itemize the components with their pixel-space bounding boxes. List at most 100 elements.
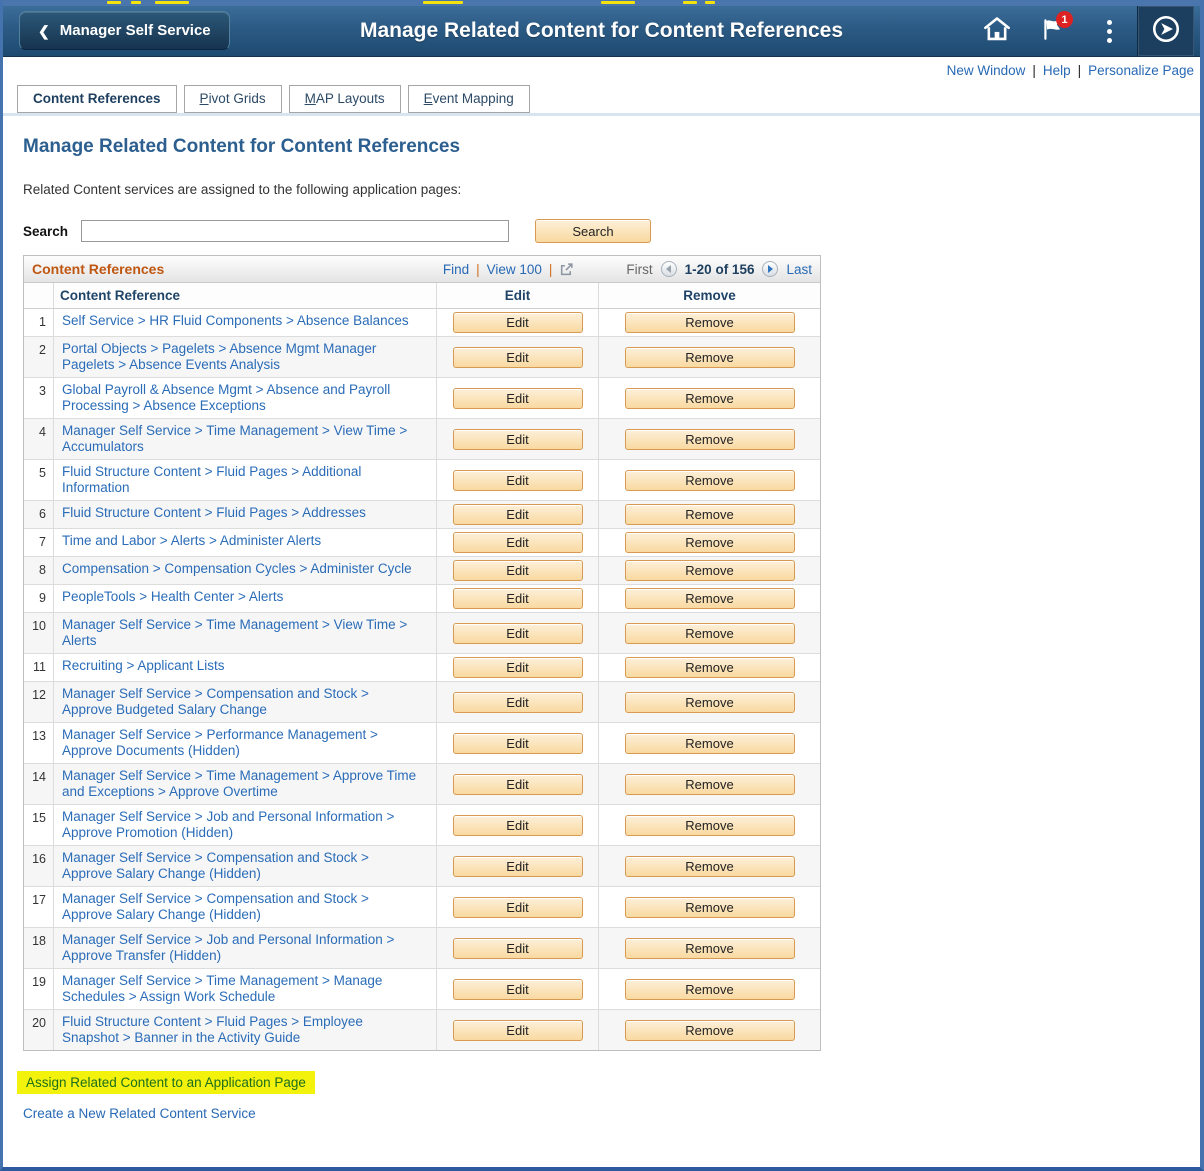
actions-menu-button[interactable]	[1081, 6, 1137, 56]
remove-button[interactable]: Remove	[625, 312, 795, 333]
row-number: 20	[24, 1010, 54, 1050]
content-reference-link[interactable]: Recruiting > Applicant Lists	[62, 658, 224, 673]
view-100-link[interactable]: View 100	[487, 262, 542, 277]
popout-grid-icon[interactable]	[559, 262, 574, 277]
highlight-artifact	[107, 1, 121, 4]
home-button[interactable]	[969, 6, 1025, 56]
content-reference-link[interactable]: Fluid Structure Content > Fluid Pages > …	[62, 1014, 363, 1045]
remove-button[interactable]: Remove	[625, 532, 795, 553]
navbar-button[interactable]	[1137, 6, 1194, 56]
edit-button[interactable]: Edit	[453, 504, 583, 525]
remove-button[interactable]: Remove	[625, 429, 795, 450]
remove-button[interactable]: Remove	[625, 692, 795, 713]
find-link[interactable]: Find	[443, 262, 469, 277]
remove-button[interactable]: Remove	[625, 504, 795, 525]
content-reference-link[interactable]: PeopleTools > Health Center > Alerts	[62, 589, 283, 604]
edit-button[interactable]: Edit	[453, 623, 583, 644]
edit-button[interactable]: Edit	[453, 347, 583, 368]
remove-button[interactable]: Remove	[625, 979, 795, 1000]
edit-button[interactable]: Edit	[453, 692, 583, 713]
edit-button[interactable]: Edit	[453, 1020, 583, 1041]
table-row: 10 Manager Self Service > Time Managemen…	[24, 613, 820, 654]
row-number: 6	[24, 501, 54, 528]
content-reference-link[interactable]: Fluid Structure Content > Fluid Pages > …	[62, 505, 366, 520]
tab-pivot-grids[interactable]: Pivot Grids	[184, 85, 282, 113]
content-reference-link[interactable]: Manager Self Service > Job and Personal …	[62, 932, 394, 963]
content-reference-link[interactable]: Manager Self Service > Job and Personal …	[62, 809, 394, 840]
content-reference-link[interactable]: Time and Labor > Alerts > Administer Ale…	[62, 533, 321, 548]
tab-base-line	[3, 113, 1200, 116]
remove-button[interactable]: Remove	[625, 897, 795, 918]
edit-button[interactable]: Edit	[453, 897, 583, 918]
content-reference-link[interactable]: Global Payroll & Absence Mgmt > Absence …	[62, 382, 390, 413]
separator: |	[476, 262, 480, 277]
last-page-link[interactable]: Last	[786, 262, 812, 277]
search-label: Search	[23, 224, 81, 239]
remove-button[interactable]: Remove	[625, 733, 795, 754]
remove-button[interactable]: Remove	[625, 856, 795, 877]
back-button[interactable]: ❮ Manager Self Service	[19, 11, 230, 50]
edit-button[interactable]: Edit	[453, 856, 583, 877]
edit-button[interactable]: Edit	[453, 815, 583, 836]
edit-button[interactable]: Edit	[453, 560, 583, 581]
edit-button[interactable]: Edit	[453, 774, 583, 795]
edit-button[interactable]: Edit	[453, 979, 583, 1000]
content-reference-link[interactable]: Fluid Structure Content > Fluid Pages > …	[62, 464, 361, 495]
remove-button[interactable]: Remove	[625, 347, 795, 368]
edit-button[interactable]: Edit	[453, 470, 583, 491]
content-reference-link[interactable]: Manager Self Service > Compensation and …	[62, 850, 369, 881]
grid-rows: 1 Self Service > HR Fluid Components > A…	[24, 309, 820, 1050]
content-reference-link[interactable]: Manager Self Service > Time Management >…	[62, 768, 416, 799]
edit-button[interactable]: Edit	[453, 733, 583, 754]
page-title: Manage Related Content for Content Refer…	[23, 136, 1200, 158]
assign-related-content-link[interactable]: Assign Related Content to an Application…	[17, 1071, 315, 1094]
table-row: 17 Manager Self Service > Compensation a…	[24, 887, 820, 928]
table-row: 1 Self Service > HR Fluid Components > A…	[24, 309, 820, 337]
content-reference-link[interactable]: Compensation > Compensation Cycles > Adm…	[62, 561, 412, 576]
next-page-icon[interactable]	[762, 261, 778, 277]
remove-button[interactable]: Remove	[625, 815, 795, 836]
edit-button[interactable]: Edit	[453, 532, 583, 553]
new-window-link[interactable]: New Window	[947, 63, 1026, 78]
content-reference-link[interactable]: Manager Self Service > Compensation and …	[62, 686, 369, 717]
tab-map-layouts[interactable]: MAP Layouts	[289, 85, 401, 113]
edit-button[interactable]: Edit	[453, 588, 583, 609]
content-reference-link[interactable]: Manager Self Service > Compensation and …	[62, 891, 369, 922]
edit-button[interactable]: Edit	[453, 312, 583, 333]
row-range-label: 1-20 of 156	[685, 262, 755, 277]
row-number: 7	[24, 529, 54, 556]
edit-button[interactable]: Edit	[453, 388, 583, 409]
tab-content-references[interactable]: Content References	[17, 85, 177, 113]
remove-button[interactable]: Remove	[625, 657, 795, 678]
row-number: 8	[24, 557, 54, 584]
row-number: 4	[24, 419, 54, 459]
tab-event-mapping[interactable]: Event Mapping	[408, 85, 530, 113]
content-reference-link[interactable]: Manager Self Service > Time Management >…	[62, 973, 382, 1004]
content-reference-link[interactable]: Manager Self Service > Time Management >…	[62, 423, 407, 454]
grid-title: Content References	[32, 261, 164, 277]
remove-button[interactable]: Remove	[625, 623, 795, 644]
grid-header-bar: Content References Find | View 100 |	[24, 256, 820, 283]
remove-button[interactable]: Remove	[625, 588, 795, 609]
personalize-page-link[interactable]: Personalize Page	[1088, 63, 1194, 78]
remove-button[interactable]: Remove	[625, 560, 795, 581]
highlight-artifact	[423, 1, 463, 4]
edit-button[interactable]: Edit	[453, 938, 583, 959]
content-reference-link[interactable]: Self Service > HR Fluid Components > Abs…	[62, 313, 409, 328]
notifications-button[interactable]: 1	[1025, 6, 1081, 56]
content-reference-link[interactable]: Portal Objects > Pagelets > Absence Mgmt…	[62, 341, 376, 372]
content-reference-link[interactable]: Manager Self Service > Performance Manag…	[62, 727, 378, 758]
edit-button[interactable]: Edit	[453, 429, 583, 450]
remove-button[interactable]: Remove	[625, 470, 795, 491]
help-link[interactable]: Help	[1043, 63, 1071, 78]
search-button[interactable]: Search	[535, 219, 651, 243]
remove-button[interactable]: Remove	[625, 388, 795, 409]
content-reference-link[interactable]: Manager Self Service > Time Management >…	[62, 617, 407, 648]
search-input[interactable]	[81, 220, 509, 242]
remove-button[interactable]: Remove	[625, 774, 795, 795]
remove-button[interactable]: Remove	[625, 938, 795, 959]
row-number: 19	[24, 969, 54, 1009]
create-related-content-service-link[interactable]: Create a New Related Content Service	[23, 1106, 256, 1121]
edit-button[interactable]: Edit	[453, 657, 583, 678]
remove-button[interactable]: Remove	[625, 1020, 795, 1041]
